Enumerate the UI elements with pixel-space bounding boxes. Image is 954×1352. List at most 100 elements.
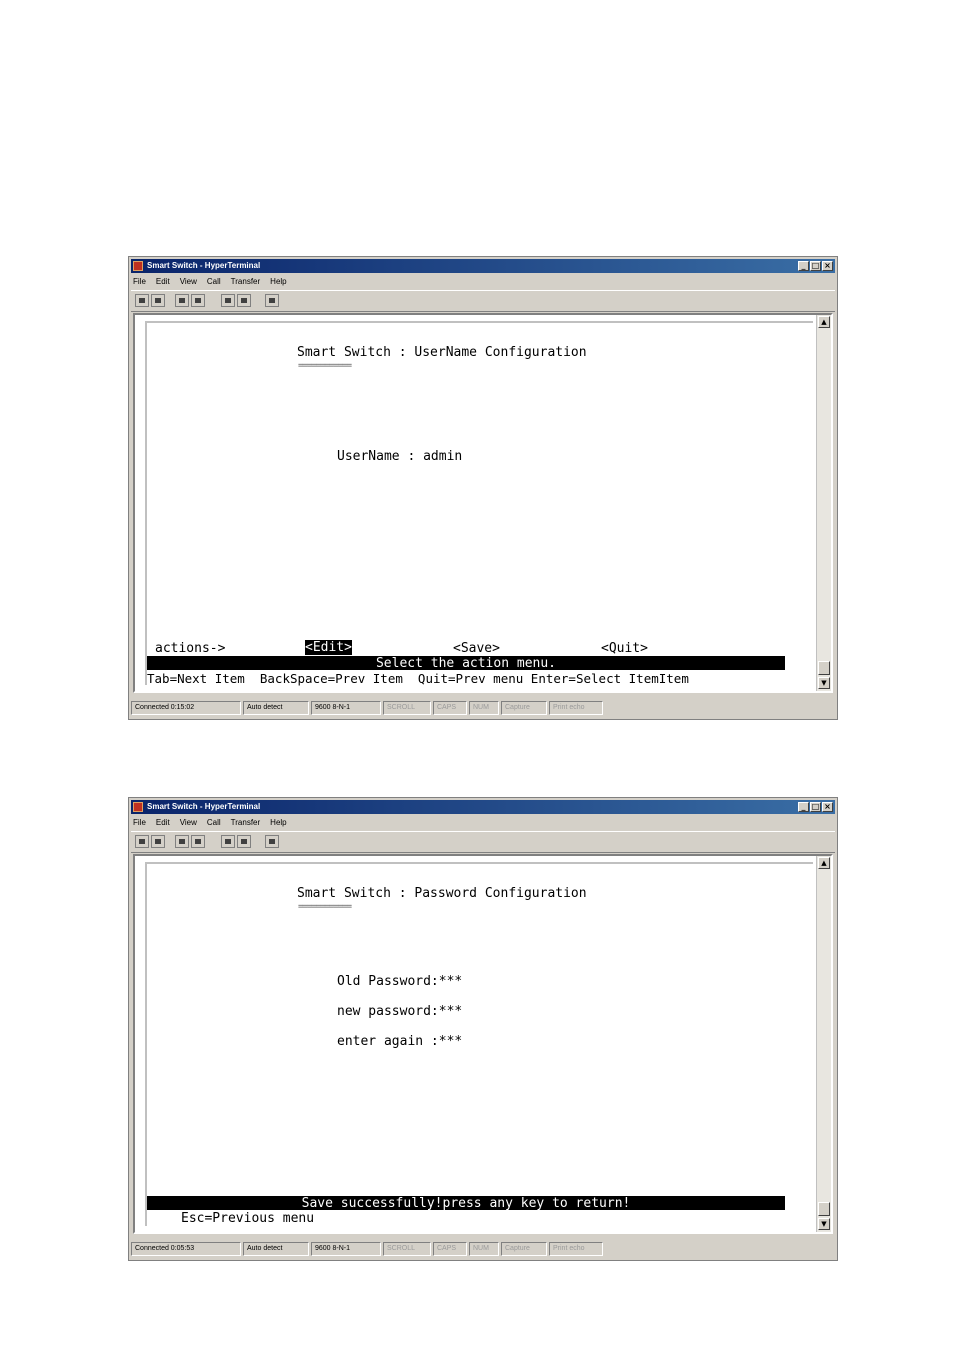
maximize-button[interactable]: □ xyxy=(810,261,821,271)
menu-transfer[interactable]: Transfer xyxy=(231,275,261,288)
username-value[interactable]: admin xyxy=(423,449,462,464)
new-password-label: new password xyxy=(337,1004,431,1019)
menu-edit[interactable]: Edit xyxy=(156,816,170,829)
toolbar xyxy=(131,831,835,853)
scroll-down-arrow-icon[interactable]: ▼ xyxy=(818,677,830,689)
status-scroll: SCROLL xyxy=(383,1242,431,1256)
minimize-button[interactable]: _ xyxy=(798,802,809,812)
menu-view[interactable]: View xyxy=(180,275,197,288)
field-separator: : xyxy=(430,1004,439,1019)
status-print-echo: Print echo xyxy=(549,701,603,715)
status-num: NUM xyxy=(469,701,499,715)
receive-icon[interactable] xyxy=(237,294,251,307)
open-icon[interactable] xyxy=(151,835,165,848)
help-line: Esc=Previous menu xyxy=(181,1211,315,1226)
properties-icon[interactable] xyxy=(265,835,279,848)
status-connected: Connected 0:15:02 xyxy=(131,701,241,715)
status-caps: CAPS xyxy=(433,701,467,715)
actions-label: actions-> xyxy=(155,641,226,656)
action-save-button[interactable]: <Save> xyxy=(453,641,500,656)
menu-file[interactable]: File xyxy=(133,275,146,288)
window-title: Smart Switch - HyperTerminal xyxy=(147,802,261,811)
scroll-up-arrow-icon[interactable]: ▲ xyxy=(818,316,830,328)
old-password-label: Old Password xyxy=(337,974,431,989)
screen-title: Smart Switch : Password Configuration xyxy=(297,886,587,901)
maximize-button[interactable]: □ xyxy=(810,802,821,812)
message-bar: Select the action menu. xyxy=(147,656,785,671)
status-capture: Capture xyxy=(501,1242,547,1256)
scroll-thumb[interactable] xyxy=(818,661,830,675)
receive-icon[interactable] xyxy=(237,835,251,848)
screen-title: Smart Switch : UserName Configuration xyxy=(297,345,587,360)
old-password-value[interactable]: *** xyxy=(439,974,462,989)
field-separator: : xyxy=(430,1034,439,1049)
status-baud: 9600 8-N-1 xyxy=(311,701,381,715)
send-icon[interactable] xyxy=(221,835,235,848)
call-icon[interactable] xyxy=(175,835,189,848)
scroll-thumb[interactable] xyxy=(818,1202,830,1216)
status-print-echo: Print echo xyxy=(549,1242,603,1256)
send-icon[interactable] xyxy=(221,294,235,307)
status-scroll: SCROLL xyxy=(383,701,431,715)
status-capture: Capture xyxy=(501,701,547,715)
status-caps: CAPS xyxy=(433,1242,467,1256)
properties-icon[interactable] xyxy=(265,294,279,307)
disconnect-icon[interactable] xyxy=(191,294,205,307)
status-autodetect: Auto detect xyxy=(243,701,309,715)
enter-again-label: enter again xyxy=(337,1034,431,1049)
window-title: Smart Switch - HyperTerminal xyxy=(147,261,261,270)
title-underline: ============ xyxy=(298,902,352,912)
new-password-row: new password:*** xyxy=(337,1004,462,1019)
enter-again-value[interactable]: *** xyxy=(439,1034,462,1049)
terminal-area[interactable]: Smart Switch : UserName Configuration ==… xyxy=(133,313,833,693)
hyperterminal-window-password: Smart Switch - HyperTerminal _ □ × File … xyxy=(128,797,838,1261)
message-bar: Save successfully!press any key to retur… xyxy=(147,1196,785,1211)
status-num: NUM xyxy=(469,1242,499,1256)
action-edit-button[interactable]: <Edit> xyxy=(305,640,352,655)
new-icon[interactable] xyxy=(135,294,149,307)
disconnect-icon[interactable] xyxy=(191,835,205,848)
menu-call[interactable]: Call xyxy=(207,816,221,829)
scroll-up-arrow-icon[interactable]: ▲ xyxy=(818,857,830,869)
help-line: Tab=Next Item BackSpace=Prev Item Quit=P… xyxy=(147,671,689,686)
scroll-down-arrow-icon[interactable]: ▼ xyxy=(818,1218,830,1230)
username-row: UserName : admin xyxy=(337,449,462,464)
call-icon[interactable] xyxy=(175,294,189,307)
close-button[interactable]: × xyxy=(822,802,833,812)
field-separator: : xyxy=(399,449,424,464)
status-bar: Connected 0:05:53 Auto detect 9600 8-N-1… xyxy=(131,1240,835,1258)
new-password-value[interactable]: *** xyxy=(439,1004,462,1019)
new-icon[interactable] xyxy=(135,835,149,848)
menu-edit[interactable]: Edit xyxy=(156,275,170,288)
vertical-scrollbar[interactable]: ▲ ▼ xyxy=(816,315,831,691)
menu-file[interactable]: File xyxy=(133,816,146,829)
status-connected: Connected 0:05:53 xyxy=(131,1242,241,1256)
title-bar[interactable]: Smart Switch - HyperTerminal _ □ × xyxy=(131,800,835,814)
app-icon xyxy=(133,802,143,812)
menu-bar: File Edit View Call Transfer Help xyxy=(133,816,287,829)
terminal-area[interactable]: Smart Switch : Password Configuration ==… xyxy=(133,854,833,1234)
app-icon xyxy=(133,261,143,271)
minimize-button[interactable]: _ xyxy=(798,261,809,271)
menu-view[interactable]: View xyxy=(180,816,197,829)
status-bar: Connected 0:15:02 Auto detect 9600 8-N-1… xyxy=(131,699,835,717)
vertical-scrollbar[interactable]: ▲ ▼ xyxy=(816,856,831,1232)
close-button[interactable]: × xyxy=(822,261,833,271)
status-baud: 9600 8-N-1 xyxy=(311,1242,381,1256)
menu-help[interactable]: Help xyxy=(270,275,286,288)
field-separator: : xyxy=(430,974,439,989)
enter-again-row: enter again :*** xyxy=(337,1034,462,1049)
menu-help[interactable]: Help xyxy=(270,816,286,829)
menu-call[interactable]: Call xyxy=(207,275,221,288)
title-underline: ============ xyxy=(298,361,352,371)
username-label: UserName xyxy=(337,449,400,464)
menu-bar: File Edit View Call Transfer Help xyxy=(133,275,287,288)
open-icon[interactable] xyxy=(151,294,165,307)
toolbar xyxy=(131,290,835,312)
hyperterminal-window-username: Smart Switch - HyperTerminal _ □ × File … xyxy=(128,256,838,720)
title-bar[interactable]: Smart Switch - HyperTerminal _ □ × xyxy=(131,259,835,273)
status-autodetect: Auto detect xyxy=(243,1242,309,1256)
menu-transfer[interactable]: Transfer xyxy=(231,816,261,829)
old-password-row: Old Password:*** xyxy=(337,974,462,989)
action-quit-button[interactable]: <Quit> xyxy=(601,641,648,656)
